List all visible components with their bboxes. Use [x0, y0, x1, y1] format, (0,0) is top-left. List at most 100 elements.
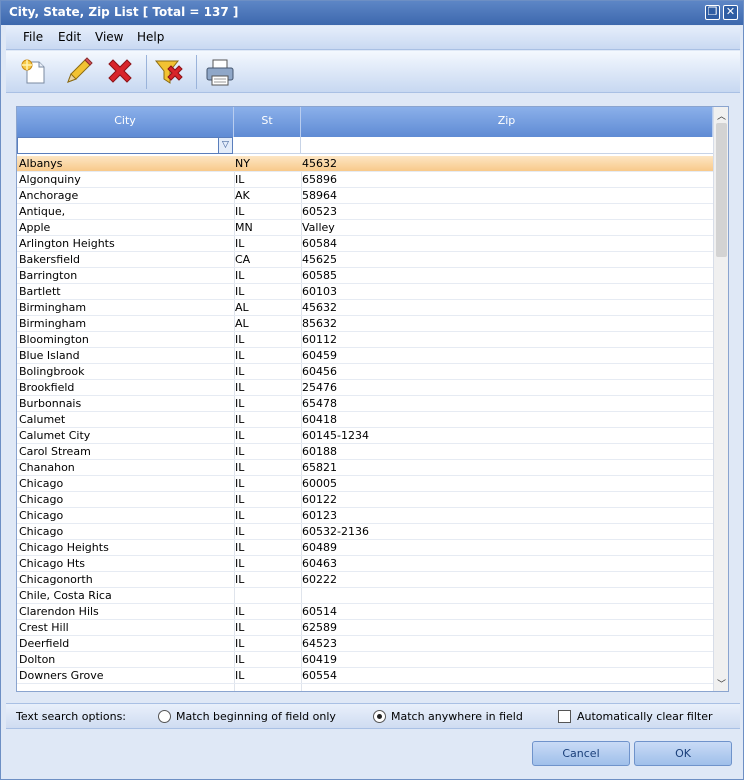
scroll-down-icon[interactable]: ﹀: [716, 677, 727, 690]
state-cell: IL: [235, 429, 245, 442]
state-cell: IL: [235, 381, 245, 394]
new-icon[interactable]: [18, 56, 50, 88]
table-row[interactable]: Anchorage AK 58964: [17, 188, 713, 204]
state-cell: IL: [235, 573, 245, 586]
city-cell: Chanahon: [19, 461, 75, 474]
zip-cell: 60523: [302, 205, 337, 218]
city-cell: Birmingham: [19, 301, 87, 314]
table-row[interactable]: Clarendon Hils IL 60514: [17, 604, 713, 620]
table-row[interactable]: Chanahon IL 65821: [17, 460, 713, 476]
zip-cell: 60419: [302, 653, 337, 666]
table-row[interactable]: Dolton IL 60419: [17, 652, 713, 668]
table-row[interactable]: Arlington Heights IL 60584: [17, 236, 713, 252]
city-cell: Arlington Heights: [19, 237, 115, 250]
column-header-st[interactable]: St: [234, 107, 301, 137]
table-row[interactable]: Brookfield IL 25476: [17, 380, 713, 396]
state-cell: IL: [235, 477, 245, 490]
state-cell: IL: [235, 349, 245, 362]
grid-panel: City St Zip ▽ Albanys NY 45632 Algonquiny IL…: [6, 94, 740, 702]
city-cell: Bloomington: [19, 333, 89, 346]
menu-help[interactable]: Help: [137, 30, 164, 44]
close-icon[interactable]: ✕: [723, 5, 738, 20]
cancel-button[interactable]: Cancel: [532, 741, 630, 766]
table-row[interactable]: Chicago IL 60005: [17, 476, 713, 492]
state-cell: IL: [235, 365, 245, 378]
city-state-zip-window: City, State, Zip List [ Total = 137 ] ❐ …: [0, 0, 744, 780]
table-row[interactable]: Chicago IL 60122: [17, 492, 713, 508]
delete-x-icon[interactable]: [104, 56, 136, 88]
city-cell: Albanys: [19, 157, 63, 170]
city-cell: Chicagonorth: [19, 573, 93, 586]
table-row[interactable]: Chicago IL 60123: [17, 508, 713, 524]
table-row[interactable]: Calumet IL 60418: [17, 412, 713, 428]
table-row[interactable]: Bolingbrook IL 60456: [17, 364, 713, 380]
state-cell: IL: [235, 525, 245, 538]
table-row[interactable]: Birmingham AL 85632: [17, 316, 713, 332]
table-row[interactable]: Burbonnais IL 65478: [17, 396, 713, 412]
match-beginning-label[interactable]: Match beginning of field only: [176, 710, 336, 723]
city-cell: Crest Hill: [19, 621, 69, 634]
state-cell: IL: [235, 541, 245, 554]
menu-file[interactable]: File: [23, 30, 43, 44]
scroll-up-icon[interactable]: ︿: [716, 109, 727, 122]
clear-filter-icon[interactable]: [154, 56, 186, 88]
table-row[interactable]: Chicagonorth IL 60222: [17, 572, 713, 588]
st-filter-cell[interactable]: [234, 137, 301, 154]
chevron-down-icon[interactable]: ▽: [218, 138, 232, 153]
state-cell: [235, 589, 297, 604]
city-filter-combo[interactable]: ▽: [17, 137, 233, 154]
radio-match-anywhere[interactable]: [373, 710, 386, 723]
table-row[interactable]: Calumet City IL 60145-1234: [17, 428, 713, 444]
column-header-city[interactable]: City: [17, 107, 234, 137]
state-cell: IL: [235, 173, 245, 186]
table-row[interactable]: Bloomington IL 60112: [17, 332, 713, 348]
radio-match-beginning[interactable]: [158, 710, 171, 723]
table-row[interactable]: Chicago Hts IL 60463: [17, 556, 713, 572]
zip-cell: 60103: [302, 285, 337, 298]
table-row[interactable]: Crest Hill IL 62589: [17, 620, 713, 636]
state-cell: IL: [235, 285, 245, 298]
table-row[interactable]: Barrington IL 60585: [17, 268, 713, 284]
auto-clear-label[interactable]: Automatically clear filter: [577, 710, 713, 723]
zip-cell: [302, 589, 702, 604]
window-title: City, State, Zip List [ Total = 137 ]: [9, 5, 239, 19]
edit-pencil-icon[interactable]: [62, 56, 94, 88]
zip-cell: 60123: [302, 509, 337, 522]
menu-edit[interactable]: Edit: [58, 30, 81, 44]
ok-button[interactable]: OK: [634, 741, 732, 766]
state-cell: IL: [235, 205, 245, 218]
zip-cell: 65896: [302, 173, 337, 186]
auto-clear-checkbox[interactable]: [558, 710, 571, 723]
scroll-thumb[interactable]: [716, 123, 727, 257]
table-row[interactable]: Birmingham AL 45632: [17, 300, 713, 316]
city-cell: Carol Stream: [19, 445, 91, 458]
table-row[interactable]: Algonquiny IL 65896: [17, 172, 713, 188]
table-row[interactable]: Apple MN Valley: [17, 220, 713, 236]
table-row[interactable]: Antique, IL 60523: [17, 204, 713, 220]
column-header-zip[interactable]: Zip: [301, 107, 713, 137]
vertical-scrollbar[interactable]: ︿ ﹀: [713, 107, 728, 691]
zip-cell: 60584: [302, 237, 337, 250]
table-row[interactable]: Bakersfield CA 45625: [17, 252, 713, 268]
table-row[interactable]: Blue Island IL 60459: [17, 348, 713, 364]
state-cell: IL: [235, 493, 245, 506]
table-row[interactable]: Chicago Heights IL 60489: [17, 540, 713, 556]
state-cell: IL: [235, 637, 245, 650]
print-icon[interactable]: [204, 56, 236, 88]
city-cell: Chicago Hts: [19, 557, 86, 570]
zip-cell: 60005: [302, 477, 337, 490]
restore-icon[interactable]: ❐: [705, 5, 720, 20]
city-cell: Barrington: [19, 269, 78, 282]
zip-cell: 62589: [302, 621, 337, 634]
match-anywhere-label[interactable]: Match anywhere in field: [391, 710, 523, 723]
table-row[interactable]: Carol Stream IL 60188: [17, 444, 713, 460]
table-row[interactable]: Albanys NY 45632: [17, 156, 713, 172]
table-row[interactable]: Deerfield IL 64523: [17, 636, 713, 652]
menu-view[interactable]: View: [95, 30, 123, 44]
table-row[interactable]: Chile, Costa Rica: [17, 588, 713, 604]
table-row[interactable]: Chicago IL 60532-2136: [17, 524, 713, 540]
table-row[interactable]: Downers Grove IL 60554: [17, 668, 713, 684]
state-cell: IL: [235, 669, 245, 682]
zip-filter-cell[interactable]: [301, 137, 713, 154]
table-row[interactable]: Bartlett IL 60103: [17, 284, 713, 300]
